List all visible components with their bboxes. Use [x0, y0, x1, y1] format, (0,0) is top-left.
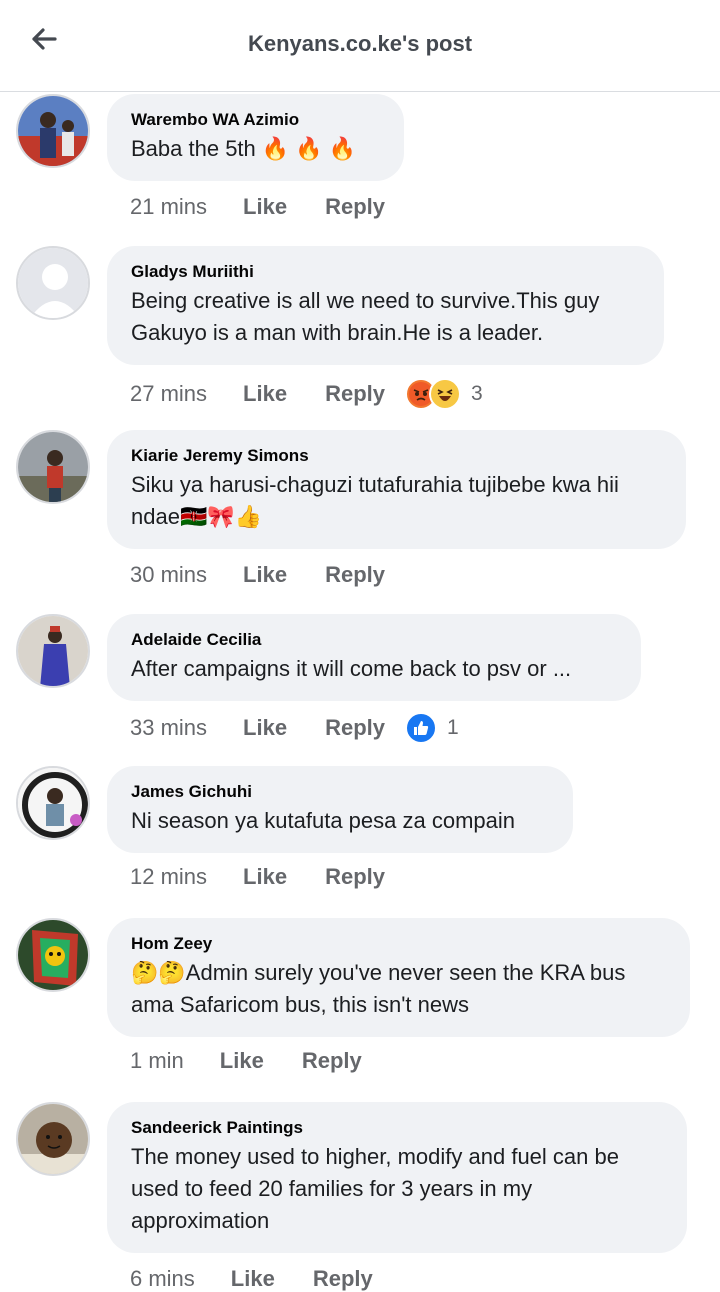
like-button[interactable]: Like: [243, 562, 287, 588]
reply-button[interactable]: Reply: [325, 715, 385, 741]
comment-author[interactable]: James Gichuhi: [131, 781, 549, 803]
comment-time: 6 mins: [130, 1266, 195, 1291]
comment-text: The money used to higher, modify and fue…: [131, 1144, 619, 1233]
comment-text: Baba the 5th 🔥 🔥 🔥: [131, 136, 357, 161]
comment-actions: 6 mins Like Reply: [130, 1266, 411, 1292]
comment-actions: 12 mins Like Reply: [130, 864, 423, 890]
avatar[interactable]: [16, 614, 90, 688]
post-header: Kenyans.co.ke's post: [0, 0, 720, 92]
comment-author[interactable]: Hom Zeey: [131, 933, 666, 955]
like-button[interactable]: Like: [243, 194, 287, 220]
comment-bubble: Hom Zeey 🤔🤔Admin surely you've never see…: [107, 918, 690, 1037]
like-button[interactable]: Like: [243, 381, 287, 407]
comment-author[interactable]: Sandeerick Paintings: [131, 1117, 663, 1139]
like-button[interactable]: Like: [231, 1266, 275, 1292]
comment-author[interactable]: Gladys Muriithi: [131, 261, 640, 283]
avatar[interactable]: [16, 246, 90, 320]
comment-actions: 27 mins Like Reply 3: [130, 378, 483, 410]
comment-actions: 30 mins Like Reply: [130, 562, 423, 588]
comment-text: Ni season ya kutafuta pesa za compain: [131, 808, 516, 833]
comment-text: Siku ya harusi-chaguzi tutafurahia tujib…: [131, 472, 619, 529]
avatar[interactable]: [16, 766, 90, 840]
comment-time: 30 mins: [130, 562, 208, 587]
comment-bubble: Gladys Muriithi Being creative is all we…: [107, 246, 664, 365]
comment-author[interactable]: Warembo WA Azimio: [131, 109, 380, 131]
avatar[interactable]: [16, 94, 90, 168]
comment-time: 21 mins: [130, 194, 208, 219]
comment-text: Being creative is all we need to survive…: [131, 288, 600, 345]
comment-actions: 21 mins Like Reply: [130, 194, 423, 220]
comment-bubble: Sandeerick Paintings The money used to h…: [107, 1102, 687, 1253]
comment-bubble: Kiarie Jeremy Simons Siku ya harusi-chag…: [107, 430, 686, 549]
reply-button[interactable]: Reply: [325, 864, 385, 890]
comment-bubble: Adelaide Cecilia After campaigns it will…: [107, 614, 641, 701]
haha-reaction-icon: [429, 378, 461, 410]
reactions[interactable]: 3: [405, 378, 483, 410]
page-title: Kenyans.co.ke's post: [247, 31, 473, 56]
comment-author[interactable]: Kiarie Jeremy Simons: [131, 445, 662, 467]
reply-button[interactable]: Reply: [302, 1048, 362, 1074]
comment-text: 🤔🤔Admin surely you've never seen the KRA…: [131, 960, 626, 1017]
reply-button[interactable]: Reply: [313, 1266, 373, 1292]
comment-actions: 1 min Like Reply: [130, 1048, 400, 1074]
reply-button[interactable]: Reply: [325, 562, 385, 588]
comment-time: 12 mins: [130, 864, 208, 889]
comment-time: 1 min: [130, 1048, 184, 1073]
like-button[interactable]: Like: [220, 1048, 264, 1074]
comment-author[interactable]: Adelaide Cecilia: [131, 629, 617, 651]
comment-actions: 33 mins Like Reply 1: [130, 712, 459, 744]
comment-text: After campaigns it will come back to psv…: [131, 656, 572, 681]
comment-bubble: Warembo WA Azimio Baba the 5th 🔥 🔥 🔥: [107, 94, 404, 181]
like-reaction-icon: [405, 712, 437, 744]
avatar[interactable]: [16, 918, 90, 992]
like-button[interactable]: Like: [243, 864, 287, 890]
comment-time: 33 mins: [130, 715, 208, 740]
reply-button[interactable]: Reply: [325, 381, 385, 407]
reaction-count: 1: [447, 716, 459, 739]
avatar[interactable]: [16, 1102, 90, 1176]
reaction-count: 3: [471, 382, 483, 405]
comment-bubble: James Gichuhi Ni season ya kutafuta pesa…: [107, 766, 573, 853]
comment-time: 27 mins: [130, 381, 208, 406]
reply-button[interactable]: Reply: [325, 194, 385, 220]
like-button[interactable]: Like: [243, 715, 287, 741]
avatar[interactable]: [16, 430, 90, 504]
reactions[interactable]: 1: [405, 712, 459, 744]
